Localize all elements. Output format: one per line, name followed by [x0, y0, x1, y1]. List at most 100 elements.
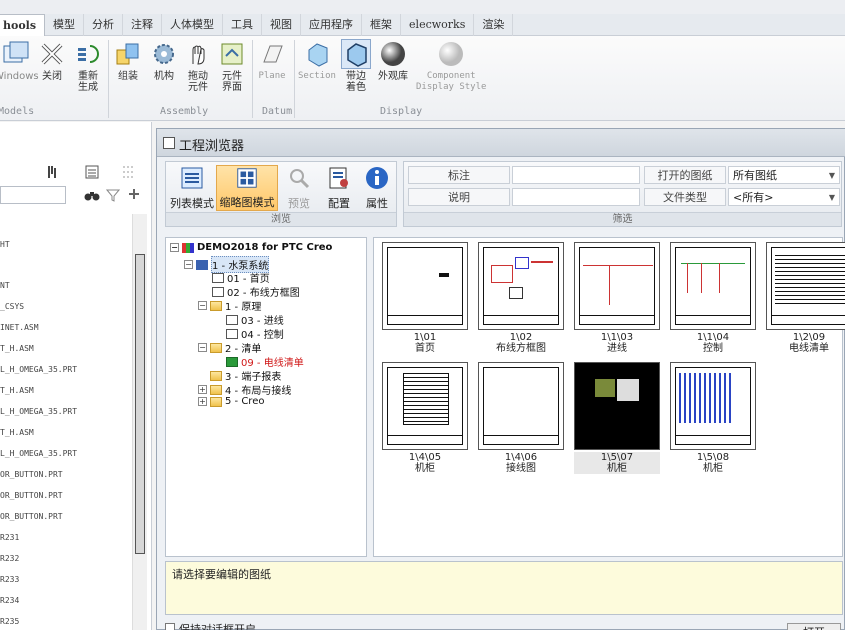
shading-with-edges-button[interactable]: 带边 着色 — [341, 39, 371, 93]
tree-node[interactable]: + 5 - Creo — [198, 396, 264, 407]
model-tree-item[interactable]: R235 — [0, 617, 19, 626]
plane-label: Plane — [258, 71, 286, 81]
tree-node[interactable]: 01 - 首页 — [212, 270, 270, 285]
plane-button[interactable]: Plane — [258, 40, 286, 82]
model-tree-item[interactable]: NT — [0, 281, 10, 290]
model-tree-item[interactable]: OR_BUTTON.PRT — [0, 491, 63, 500]
model-tree-item[interactable]: OR_BUTTON.PRT — [0, 470, 63, 479]
drawing-thumbnail[interactable] — [670, 362, 756, 450]
model-tree-item[interactable]: T_H.ASM — [0, 386, 34, 395]
collapse-icon[interactable]: − — [198, 301, 207, 310]
tab-analysis[interactable]: 分析 — [84, 14, 124, 36]
model-tree-item[interactable]: HT — [0, 240, 10, 249]
assemble-button[interactable]: 组装 — [114, 40, 142, 82]
section-button[interactable]: Section — [298, 40, 336, 82]
tab-tools[interactable]: hools — [0, 14, 46, 36]
tree-node[interactable]: − 1 - 原理 — [198, 298, 261, 313]
tab-elecworks[interactable]: elecworks — [401, 14, 475, 36]
binoculars-icon[interactable] — [84, 188, 100, 202]
collapse-icon[interactable]: − — [198, 343, 207, 352]
window-titlebar[interactable]: 工程浏览器 — [157, 129, 845, 157]
keep-open-checkbox[interactable] — [165, 623, 175, 630]
model-tree-item[interactable]: L_H_OMEGA_35.PRT — [0, 449, 77, 458]
tree-search-input[interactable] — [0, 186, 66, 204]
preview-button[interactable]: 预览 — [282, 165, 316, 211]
file-type-select[interactable]: <所有> ▼ — [728, 188, 840, 206]
model-tree-item[interactable]: R231 — [0, 533, 19, 542]
tree-node[interactable]: − 2 - 清单 — [198, 340, 261, 355]
collapse-icon[interactable]: − — [170, 243, 179, 252]
tab-render[interactable]: 渲染 — [474, 14, 514, 36]
tab-manikin[interactable]: 人体模型 — [162, 14, 224, 36]
appearance-gallery-button[interactable]: 外观库 — [378, 40, 408, 82]
tree-settings-icon[interactable] — [46, 164, 62, 180]
model-tree-item[interactable]: _CSYS — [0, 302, 24, 311]
tree-node[interactable]: + 4 - 布局与接线 — [198, 382, 291, 397]
model-tree-item[interactable]: T_H.ASM — [0, 344, 34, 353]
tab-tools2[interactable]: 工具 — [223, 14, 263, 36]
model-tree-item[interactable]: T_H.ASM — [0, 428, 34, 437]
collapse-icon[interactable]: − — [184, 260, 193, 269]
tree-node[interactable]: 03 - 进线 — [226, 312, 284, 327]
mechanism-button[interactable]: 机构 — [150, 40, 178, 82]
tree-node-label: 1 - 原理 — [225, 302, 262, 313]
drawing-thumbnail[interactable] — [574, 242, 660, 330]
model-tree-item[interactable]: L_H_OMEGA_35.PRT — [0, 407, 77, 416]
thumbnail-name: 机柜 — [574, 463, 660, 474]
close-button[interactable]: 关闭 — [38, 40, 66, 82]
open-drawings-select[interactable]: 所有图纸 ▼ — [728, 166, 840, 184]
tree-root[interactable]: − DEMO2018 for PTC Creo — [170, 242, 332, 253]
tree-node[interactable]: 09 - 电线清单 — [226, 354, 304, 369]
add-icon[interactable] — [128, 188, 140, 200]
model-tree-scrollbar[interactable] — [132, 214, 147, 630]
drawing-thumbnail[interactable] — [382, 242, 468, 330]
sphere-icon — [381, 42, 405, 66]
model-tree-item[interactable]: INET.ASM — [0, 323, 39, 332]
model-tree-item[interactable]: L_H_OMEGA_35.PRT — [0, 365, 77, 374]
tree-columns-icon[interactable] — [120, 164, 136, 180]
tree-node-label: 5 - Creo — [225, 396, 265, 407]
tree-node[interactable]: 3 - 端子报表 — [210, 368, 281, 383]
list-mode-label: 列表模式 — [170, 197, 214, 210]
list-mode-button[interactable]: 列表模式 — [168, 165, 216, 211]
hand-icon — [192, 45, 205, 65]
properties-button[interactable]: 属性 — [360, 165, 394, 211]
group-separator — [108, 40, 109, 118]
title-strip — [0, 0, 845, 14]
open-button[interactable]: 打开 — [787, 623, 841, 630]
tab-model[interactable]: 模型 — [45, 14, 85, 36]
note-input[interactable] — [512, 166, 640, 184]
description-input[interactable] — [512, 188, 640, 206]
expand-icon[interactable]: + — [198, 385, 207, 394]
page-icon — [212, 286, 224, 297]
drawing-thumbnail[interactable] — [574, 362, 660, 450]
scrollbar-thumb[interactable] — [135, 254, 145, 554]
tab-framework[interactable]: 框架 — [362, 14, 402, 36]
component-display-style-button[interactable]: Component Display Style — [416, 40, 486, 93]
expand-icon[interactable]: + — [198, 397, 207, 406]
tab-annotate[interactable]: 注释 — [123, 14, 163, 36]
drawing-thumbnail[interactable] — [670, 242, 756, 330]
drag-components-button[interactable]: 拖动 元件 — [184, 40, 212, 93]
model-tree-panel: HT NT _CSYS INET.ASM T_H.ASM L_H_OMEGA_3… — [0, 122, 152, 630]
tree-node[interactable]: 02 - 布线方框图 — [212, 284, 300, 299]
drawing-thumbnail[interactable] — [382, 362, 468, 450]
model-tree-item[interactable]: R233 — [0, 575, 19, 584]
thumbnail-mode-button[interactable]: 缩略图模式 — [216, 165, 278, 211]
tree-node[interactable]: 04 - 控制 — [226, 326, 284, 341]
thumbnail-code: 1\5\07 — [574, 452, 660, 463]
drawing-thumbnail[interactable] — [766, 242, 845, 330]
windows-button[interactable]: Windows — [0, 40, 39, 82]
component-interface-button[interactable]: 元件 界面 — [218, 40, 246, 93]
tab-applications[interactable]: 应用程序 — [301, 14, 363, 36]
tab-view[interactable]: 视图 — [262, 14, 302, 36]
regenerate-button[interactable]: 重新 生成 — [74, 40, 102, 93]
model-tree-item[interactable]: R234 — [0, 596, 19, 605]
filter-icon[interactable] — [106, 188, 120, 202]
drawing-thumbnail[interactable] — [478, 242, 564, 330]
model-tree-item[interactable]: OR_BUTTON.PRT — [0, 512, 63, 521]
model-tree-item[interactable]: R232 — [0, 554, 19, 563]
tree-filter-list-icon[interactable] — [84, 164, 100, 180]
drawing-thumbnail[interactable] — [478, 362, 564, 450]
configure-button[interactable]: 配置 — [322, 165, 356, 211]
